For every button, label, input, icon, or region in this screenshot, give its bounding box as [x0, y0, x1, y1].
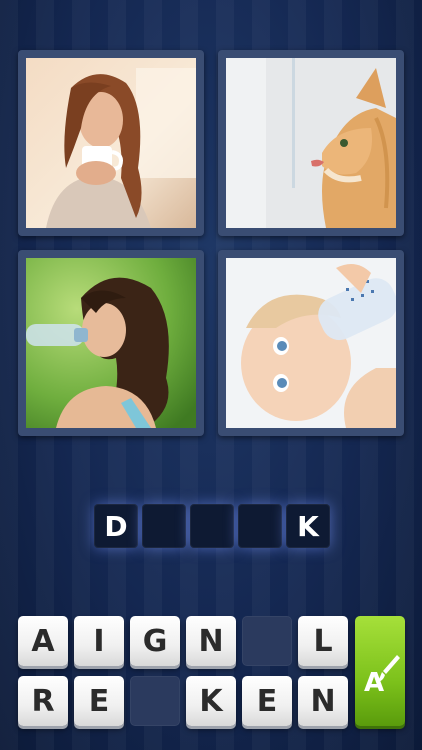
letter-key[interactable]: K — [186, 676, 236, 726]
letter-key[interactable]: A — [18, 616, 68, 666]
picture-tile-3[interactable] — [18, 250, 204, 436]
picture-tile-4[interactable] — [218, 250, 404, 436]
letter-key[interactable]: E — [74, 676, 124, 726]
woman-water-image — [26, 258, 196, 428]
letter-key[interactable]: E — [242, 676, 292, 726]
empty-key-slot — [130, 676, 180, 726]
picture-tile-2[interactable] — [218, 50, 404, 236]
answer-slot-5[interactable]: K — [286, 504, 330, 548]
letter-key[interactable]: R — [18, 676, 68, 726]
empty-key-slot — [242, 616, 292, 666]
cat-tap-image — [226, 58, 396, 228]
letter-key[interactable]: N — [186, 616, 236, 666]
answer-slot-2[interactable] — [142, 504, 186, 548]
letter-key[interactable]: G — [130, 616, 180, 666]
hint-button[interactable]: A — [355, 616, 405, 726]
answer-slot-1[interactable]: D — [94, 504, 138, 548]
letter-key[interactable]: N — [298, 676, 348, 726]
letter-key[interactable]: I — [74, 616, 124, 666]
brush-icon — [378, 655, 400, 682]
picture-tile-1[interactable] — [18, 50, 204, 236]
letter-key[interactable]: L — [298, 616, 348, 666]
answer-slot-4[interactable] — [238, 504, 282, 548]
baby-bottle-image — [226, 258, 396, 428]
answer-slot-3[interactable] — [190, 504, 234, 548]
woman-coffee-image — [26, 58, 196, 228]
